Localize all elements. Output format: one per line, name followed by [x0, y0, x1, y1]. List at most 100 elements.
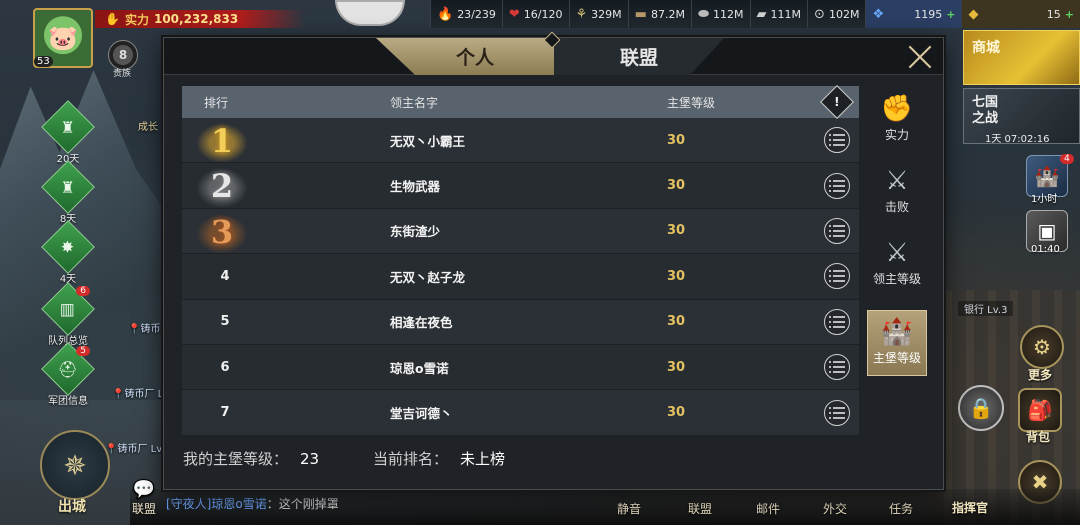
power-icon: ✋: [105, 12, 120, 26]
power-label: 实力: [124, 12, 149, 27]
tab-alliance[interactable]: 联盟: [554, 38, 724, 75]
current-rank: 当前排名： 未上榜: [373, 448, 505, 469]
resource-heart[interactable]: ❤ 16/120: [501, 0, 569, 28]
add-gem-icon[interactable]: +: [946, 8, 955, 21]
side-item-queue-overview[interactable]: ▥6队列总览: [40, 282, 96, 347]
tasks-button[interactable]: 任务: [889, 500, 913, 517]
row-menu-button[interactable]: [824, 399, 850, 426]
chat-text: ：这个刚掉罩: [266, 497, 339, 511]
leaderboard-modal: 个人 联盟 排行 领主名字 主堡等级 ! 1 无双丶小霸王 30 2 生物武器 …: [163, 31, 944, 490]
current-rank-value: 未上榜: [460, 450, 506, 468]
table-row[interactable]: 3 东街渣少 30: [182, 208, 859, 255]
power-display: ✋ 实力 100,232,833: [95, 10, 305, 28]
info-button[interactable]: !: [820, 85, 854, 119]
modal-header: 个人 联盟: [164, 31, 943, 75]
my-level-label: 我的主堡等级：: [183, 450, 289, 468]
wheat-icon: ⚘: [575, 6, 588, 22]
side-item-timer-4[interactable]: ✸ 4天: [40, 220, 96, 285]
table-row[interactable]: 1 无双丶小霸王 30: [182, 118, 859, 164]
table-header: 排行 领主名字 主堡等级 !: [182, 85, 859, 119]
gem-icon: ❖: [872, 6, 885, 22]
exit-city-button[interactable]: ✵: [40, 430, 110, 500]
category-castle-level[interactable]: 🏰 主堡等级: [867, 310, 927, 376]
table-row[interactable]: 2 生物武器 30: [182, 163, 859, 209]
tower-icon: ♜: [60, 117, 76, 137]
book-icon: ▥: [60, 299, 76, 319]
gear-icon: ⚙: [1033, 335, 1051, 359]
resource-value: 15: [1046, 7, 1061, 21]
row-menu-button[interactable]: [824, 172, 850, 199]
mail-button[interactable]: 邮件: [756, 500, 780, 517]
table-row[interactable]: 6 琼恩o雪诺 30: [182, 344, 859, 391]
alliance-button[interactable]: 联盟: [688, 500, 712, 517]
compass-icon: ✵: [63, 448, 87, 482]
resource-stone[interactable]: ⬬ 112M: [690, 0, 750, 28]
chat-message[interactable]: [守夜人]琼恩o雪诺：这个刚掉罩: [166, 495, 339, 512]
tab-personal[interactable]: 个人: [376, 38, 554, 75]
resource-gem[interactable]: ❖ 1195 +: [865, 0, 962, 28]
heart-icon: ❤: [508, 6, 520, 22]
resource-troops[interactable]: 🔥 23/239: [430, 0, 502, 28]
pig-avatar-icon: 🐷: [48, 24, 78, 52]
table-row[interactable]: 5 相逢在夜色 30: [182, 299, 859, 345]
mute-button[interactable]: 静音: [617, 500, 641, 517]
resource-wheat[interactable]: ⚘ 329M: [568, 0, 628, 28]
lord-name: 无双丶赵子龙: [390, 269, 466, 285]
troops-icon: 🔥: [437, 6, 454, 22]
castle-level: 30: [667, 268, 686, 284]
castle-level: 30: [667, 405, 686, 421]
bank-label[interactable]: 银行 Lv.3: [958, 301, 1014, 316]
resource-wood[interactable]: ▬ 87.2M: [627, 0, 691, 28]
exit-city-label: 出城: [58, 499, 86, 515]
commander-label[interactable]: 指挥官: [952, 499, 988, 516]
category-lord-level[interactable]: ⚔ 领主等级: [867, 238, 927, 287]
diplomacy-button[interactable]: 外交: [823, 500, 847, 517]
resource-silver[interactable]: ⊙ 102M: [807, 0, 865, 28]
growth-button[interactable]: 成长: [138, 118, 158, 133]
castle-level: 30: [667, 314, 686, 330]
column-info: !: [815, 85, 859, 119]
more-button[interactable]: ⚙: [1020, 325, 1064, 369]
current-rank-label: 当前排名：: [373, 450, 449, 468]
list-icon: [829, 361, 845, 373]
lord-name: 琼恩o雪诺: [390, 360, 449, 376]
lord-name: 无双丶小霸王: [390, 133, 466, 149]
helmet-icon: ⛑: [57, 359, 79, 379]
iron-icon: ▰: [756, 6, 767, 22]
list-icon: [829, 315, 845, 328]
bronze-medal-icon: 3: [192, 210, 252, 253]
add-gold-icon[interactable]: +: [1065, 8, 1074, 21]
silver-medal-icon: 2: [192, 165, 252, 208]
side-item-timer-20[interactable]: ♜20天: [40, 100, 96, 165]
row-menu-button[interactable]: [824, 308, 850, 335]
category-label: 实力: [884, 128, 909, 142]
side-item-legion-info[interactable]: ⛑ 5 军团信息: [40, 342, 96, 407]
lock-button[interactable]: 🔒: [958, 385, 1004, 431]
row-menu-button[interactable]: [824, 217, 850, 244]
bottom-alliance-chat-button[interactable]: 💬 联盟: [132, 479, 156, 517]
category-defeat[interactable]: ⚔ 击败: [867, 166, 927, 215]
category-power[interactable]: ✊ 实力: [867, 94, 927, 143]
tower-icon: ♜: [60, 177, 76, 197]
backpack-icon: 🎒: [1027, 398, 1053, 422]
row-menu-button[interactable]: [824, 354, 850, 381]
resource-gold[interactable]: ◆ 15 +: [961, 0, 1080, 28]
close-button[interactable]: [905, 42, 935, 72]
table-row[interactable]: 4 无双丶赵子龙 30: [182, 254, 859, 300]
silver-icon: ⊙: [814, 6, 825, 22]
row-menu-button[interactable]: [824, 263, 850, 290]
notification-badge: 6: [76, 286, 90, 296]
resource-iron[interactable]: ▰ 111M: [749, 0, 808, 28]
chest-icon: ▣: [1037, 219, 1057, 243]
table-row[interactable]: 7 堂吉诃德丶 30: [182, 390, 859, 436]
shop-button[interactable]: 商城: [963, 30, 1080, 85]
side-item-timer-8[interactable]: ♜8天: [40, 160, 96, 225]
bag-button[interactable]: 🎒: [1018, 388, 1062, 432]
category-label: 主堡等级: [872, 351, 921, 365]
seven-kingdoms-timer: 1天 07:02:16: [985, 134, 1050, 145]
exclamation-icon: !: [834, 94, 840, 109]
location-pin-icon: 📍: [112, 389, 125, 400]
row-menu-button[interactable]: [824, 127, 850, 154]
castle-level: 30: [667, 223, 686, 239]
ranking-table: 排行 领主名字 主堡等级 ! 1 无双丶小霸王 30 2 生物武器 30 3 东…: [182, 85, 859, 436]
